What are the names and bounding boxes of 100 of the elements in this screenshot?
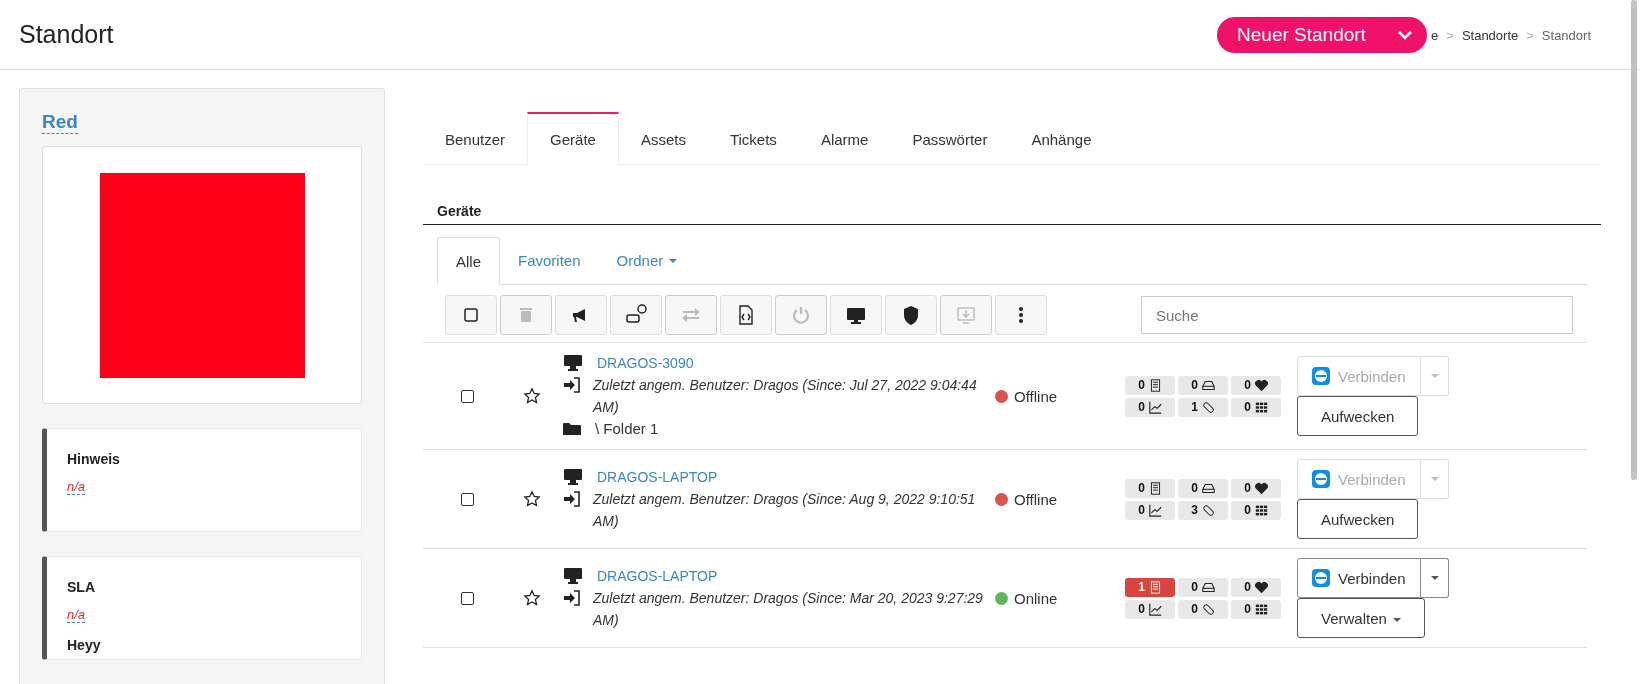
chart-counter: 0 (1125, 397, 1175, 417)
monitor-icon (563, 355, 583, 371)
status-text: Offline (1014, 490, 1058, 508)
sign-in-icon (563, 377, 581, 393)
folder-icon (563, 422, 581, 436)
breadcrumb-link[interactable]: Standorte (1461, 28, 1519, 43)
chart-counter: 0 (1125, 500, 1175, 520)
wake-button[interactable]: Aufwecken (1297, 396, 1419, 436)
status-text: Offline (1014, 387, 1058, 405)
tab[interactable]: Tickets (707, 112, 799, 164)
patch-counter: 1 (1178, 397, 1228, 417)
wake-button[interactable]: Aufwecken (1297, 499, 1419, 539)
breadcrumb-link[interactable]: e (1431, 28, 1439, 43)
chart-icon (1148, 503, 1162, 517)
drive-counter: 0 (1178, 577, 1228, 597)
folder-path: \ Folder 1 (595, 419, 659, 439)
patch-icon (1201, 400, 1215, 414)
row-checkbox[interactable] (460, 591, 474, 605)
remote-icon (1312, 367, 1330, 385)
patch-icon (1201, 503, 1215, 517)
row-checkbox[interactable] (460, 389, 474, 403)
chevron-icon (1397, 29, 1414, 40)
apps-icon (1254, 503, 1268, 517)
star-icon[interactable] (523, 589, 541, 607)
megaphone-button[interactable] (555, 295, 607, 335)
manage-dropdown[interactable]: Verwalten (1297, 598, 1425, 638)
tab[interactable]: Geräte (527, 112, 619, 165)
filter-tab[interactable]: Alle (437, 237, 500, 285)
new-location-button[interactable]: Neuer Standort (1217, 16, 1428, 53)
download-icon (955, 304, 977, 326)
tablet-icon (1148, 378, 1162, 392)
section-title: Geräte (423, 203, 1601, 225)
tablet-icon (1148, 580, 1162, 594)
tablet-counter: 1 (1125, 577, 1175, 597)
filter-tab[interactable]: Favoriten (500, 237, 599, 284)
apps-counter: 0 (1231, 500, 1281, 520)
connect-button[interactable]: Verbinden (1297, 558, 1421, 598)
patch-counter: 0 (1178, 599, 1228, 619)
tab[interactable]: Assets (618, 112, 708, 164)
more-icon (1019, 307, 1023, 323)
star-icon[interactable] (523, 490, 541, 508)
health-icon (1254, 481, 1268, 495)
scrollbar[interactable] (1631, 0, 1637, 480)
card-label: SLA (67, 579, 96, 595)
row-checkbox[interactable] (460, 492, 474, 506)
tab[interactable]: Alarme (798, 112, 891, 164)
monitor-icon (563, 568, 583, 584)
apps-counter: 0 (1231, 397, 1281, 417)
chart-icon (1148, 400, 1162, 414)
health-counter: 0 (1231, 478, 1281, 498)
monitor-question-button[interactable] (830, 295, 882, 335)
apps-counter: 0 (1231, 599, 1281, 619)
health-counter: 0 (1231, 375, 1281, 395)
monitor-icon (563, 469, 583, 485)
dropdown-toggle[interactable] (1421, 558, 1449, 598)
power-icon (790, 304, 812, 326)
chart-icon (1148, 602, 1162, 616)
drive-counter: 0 (1178, 375, 1228, 395)
shield-button[interactable] (885, 295, 937, 335)
card-value-link[interactable]: n/a (67, 607, 86, 623)
health-counter: 0 (1231, 577, 1281, 597)
device-name-link[interactable]: DRAGOS-3090 (597, 352, 694, 374)
apps-icon (1254, 400, 1268, 414)
drive-icon (1201, 481, 1215, 495)
page-title: Standort (19, 20, 114, 49)
breadcrumb-separator: > (1446, 28, 1454, 43)
drive-icon (1201, 378, 1215, 392)
tab[interactable]: Benutzer (423, 112, 528, 164)
star-icon[interactable] (523, 387, 541, 405)
drive-clock-button[interactable] (610, 295, 662, 335)
device-name-link[interactable]: DRAGOS-LAPTOP (597, 466, 718, 488)
search-field[interactable]: Suche (1141, 296, 1573, 334)
tablet-counter: 0 (1125, 375, 1175, 395)
code-file-button[interactable] (720, 295, 772, 335)
patch-icon (1201, 602, 1215, 616)
drive-icon (1201, 580, 1215, 594)
filter-tab[interactable]: Ordner (598, 237, 696, 284)
tablet-counter: 0 (1125, 478, 1175, 498)
last-user-text: Zuletzt angem. Benutzer: Dragos (Since: Mar 20, 2023 9:27:29 AM) (593, 589, 984, 630)
health-icon (1254, 378, 1268, 392)
last-user-text: Zuletzt angem. Benutzer: Dragos (Since: Aug 9, 2022 9:10:51 AM) (593, 490, 977, 531)
device-name-link[interactable]: DRAGOS-LAPTOP (597, 565, 718, 587)
card-label: Heyy (67, 637, 102, 653)
last-user-text: Zuletzt angem. Benutzer: Dragos (Since: Jul 27, 2022 9:04:44 AM) (593, 376, 978, 417)
chart-counter: 0 (1125, 599, 1175, 619)
breadcrumb-separator: > (1526, 28, 1534, 43)
location-name-link[interactable]: Red (42, 111, 78, 134)
tablet-icon (1148, 481, 1162, 495)
caret-icon (669, 259, 678, 263)
sign-in-icon (563, 491, 581, 507)
sign-in-icon (563, 590, 581, 606)
card-label: Hinweis (67, 451, 121, 467)
tab[interactable]: Passwörter (890, 112, 1010, 164)
drive-counter: 0 (1178, 478, 1228, 498)
tab[interactable]: Anhänge (1009, 112, 1114, 164)
card-value-link[interactable]: n/a (67, 479, 86, 495)
breadcrumb-current: Standort (1541, 28, 1591, 43)
apps-icon (1254, 602, 1268, 616)
checkbox-button[interactable] (445, 295, 497, 335)
patch-counter: 3 (1178, 500, 1228, 520)
